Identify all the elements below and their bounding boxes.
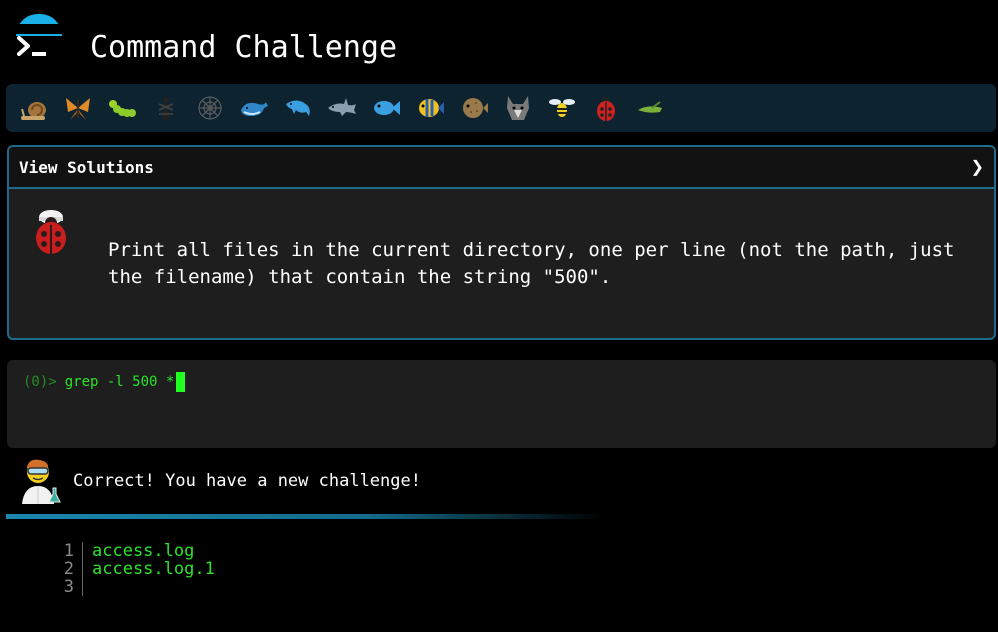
line-number: 2 xyxy=(52,560,83,578)
output-line: 2 access.log.1 xyxy=(52,560,215,578)
terminal-logo-icon xyxy=(17,36,46,56)
progress-divider xyxy=(6,514,606,519)
view-solutions-label: View Solutions xyxy=(19,157,154,177)
wolf-icon[interactable] xyxy=(496,86,540,130)
output-text: access.log.1 xyxy=(92,559,215,579)
chevron-right-icon: ❯ xyxy=(970,154,984,180)
bee-icon[interactable] xyxy=(540,86,584,130)
challenge-toolbar xyxy=(6,84,996,132)
cricket-icon[interactable] xyxy=(628,86,672,130)
line-number: 1 xyxy=(52,542,83,560)
fish-icon[interactable] xyxy=(364,86,408,130)
output-text: access.log xyxy=(92,541,195,561)
ladybug-icon[interactable] xyxy=(584,86,628,130)
view-solutions-toggle[interactable]: View Solutions ❯ xyxy=(9,147,994,189)
caterpillar-icon[interactable] xyxy=(100,86,144,130)
butterfly-icon[interactable] xyxy=(56,86,100,130)
output-line: 3 xyxy=(52,578,215,596)
ladybug-explorer-icon xyxy=(30,210,72,254)
blowfish-icon[interactable] xyxy=(452,86,496,130)
app-title: Command Challenge xyxy=(90,30,398,65)
line-number: 3 xyxy=(52,578,83,596)
status-bar: Correct! You have a new challenge! xyxy=(20,458,421,504)
tropical-fish-icon[interactable] xyxy=(408,86,452,130)
text-cursor xyxy=(176,372,186,392)
command-output: 1 access.log 2 access.log.1 3 xyxy=(52,542,215,596)
whale-icon[interactable] xyxy=(232,86,276,130)
terminal-input[interactable]: (0)> grep -l 500 * xyxy=(7,360,996,448)
snail-icon[interactable] xyxy=(12,86,56,130)
shark-icon[interactable] xyxy=(320,86,364,130)
status-message: Correct! You have a new challenge! xyxy=(73,471,421,491)
command-text: grep -l 500 * xyxy=(64,374,175,390)
ant-icon[interactable] xyxy=(144,86,188,130)
output-line: 1 access.log xyxy=(52,542,215,560)
exit-code: (0)> xyxy=(23,374,57,390)
challenge-description: Print all files in the current directory… xyxy=(108,239,955,288)
terminal-prompt: (0)> grep -l 500 * xyxy=(23,372,186,392)
scientist-avatar-icon xyxy=(22,459,61,504)
dolphin-icon[interactable] xyxy=(276,86,320,130)
challenge-panel: View Solutions ❯ Print all files in the … xyxy=(7,145,996,340)
spider-icon[interactable] xyxy=(188,86,232,130)
